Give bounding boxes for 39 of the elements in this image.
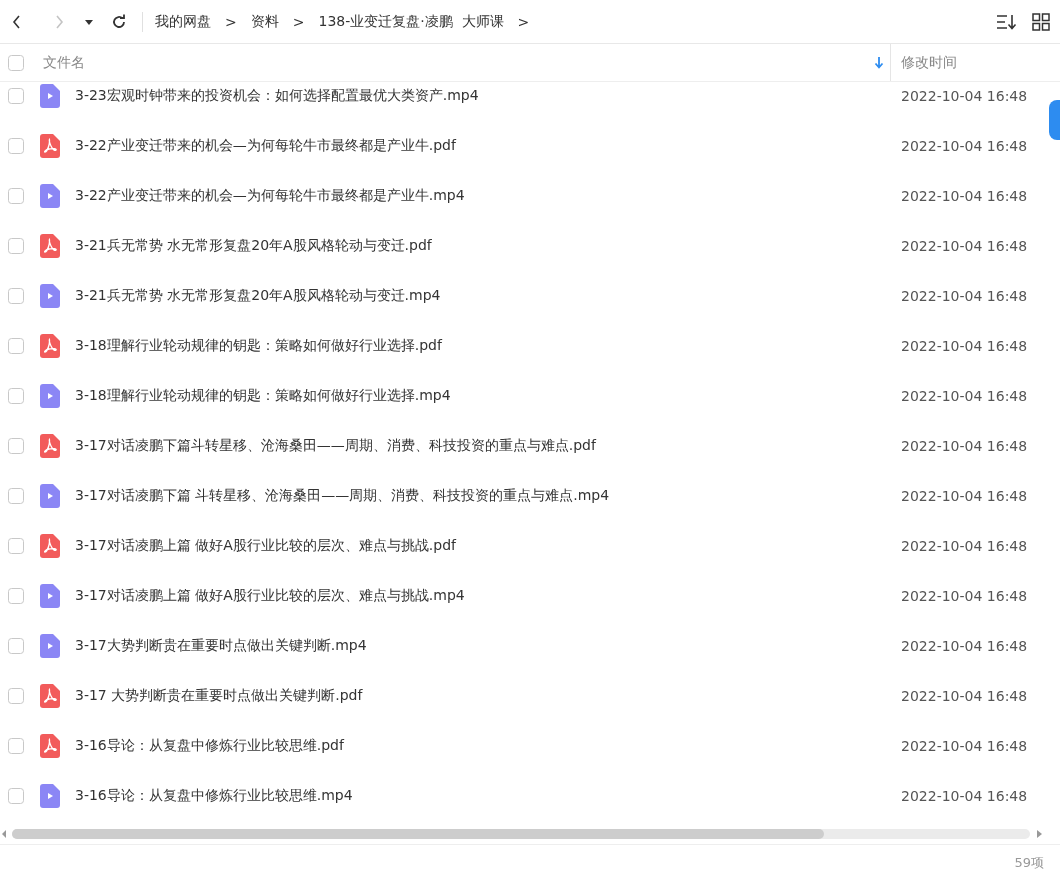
file-name[interactable]: 3-16导论：从复盘中修炼行业比较思维.mp4 [75, 787, 353, 805]
file-name[interactable]: 3-16导论：从复盘中修炼行业比较思维.pdf [75, 737, 344, 755]
breadcrumb-separator: > [225, 13, 237, 30]
file-name[interactable]: 3-18理解行业轮动规律的钥匙：策略如何做好行业选择.pdf [75, 337, 442, 355]
file-name[interactable]: 3-17对话凌鹏下篇 斗转星移、沧海桑田——周期、消费、科技投资的重点与难点.mp4 [75, 487, 610, 505]
column-header[interactable]: 修改时间 [901, 53, 1060, 72]
modified-time: 2022-10-04 16:48 [901, 438, 1028, 454]
file-name[interactable]: 3-21兵无常势 水无常形复盘20年A股风格轮动与变迁.pdf [75, 237, 432, 255]
file-name[interactable]: 3-17对话凌鹏上篇 做好A股行业比较的层次、难点与挑战.pdf [75, 537, 456, 555]
modified-time: 2022-10-04 16:48 [901, 588, 1028, 604]
modified-time: 2022-10-04 16:48 [901, 688, 1028, 704]
breadcrumb-separator: > [292, 13, 305, 30]
file-name[interactable]: 3-17对话凌鹏上篇 做好A股行业比较的层次、难点与挑战.mp4 [75, 587, 465, 605]
column-header[interactable]: 文件名 [43, 53, 874, 72]
file-name[interactable]: 3-17大势判断贵在重要时点做出关键判断.mp4 [75, 637, 367, 655]
modified-time: 2022-10-04 16:48 [901, 138, 1028, 154]
breadcrumb-link[interactable]: 138-业变迁复盘·凌鹏 大师课 [318, 12, 504, 31]
breadcrumb-link[interactable]: 我的网盘 [155, 12, 211, 31]
modified-time: 2022-10-04 16:48 [901, 338, 1028, 354]
modified-time: 2022-10-04 16:48 [901, 788, 1028, 804]
file-name[interactable]: 3-21兵无常势 水无常形复盘20年A股风格轮动与变迁.mp4 [75, 287, 441, 305]
modified-time: 2022-10-04 16:48 [901, 538, 1028, 554]
modified-time: 2022-10-04 16:48 [901, 488, 1028, 504]
modified-time: 2022-10-04 16:48 [901, 388, 1028, 404]
file-name[interactable]: 3-17 大势判断贵在重要时点做出关键判断.pdf [75, 687, 363, 705]
modified-time: 2022-10-04 16:48 [901, 88, 1028, 104]
file-name[interactable]: 3-22产业变迁带来的机会—为何每轮牛市最终都是产业牛.mp4 [75, 187, 465, 205]
modified-time: 2022-10-04 16:48 [901, 238, 1028, 254]
breadcrumb-link[interactable]: 资料 [250, 12, 279, 31]
file-name[interactable]: 3-23宏观时钟带来的投资机会：如何选择配置最优大类资产.mp4 [75, 87, 479, 105]
file-name[interactable]: 3-22产业变迁带来的机会—为何每轮牛市最终都是产业牛.pdf [75, 137, 456, 155]
modified-time: 2022-10-04 16:48 [901, 188, 1028, 204]
file-name[interactable]: 3-18理解行业轮动规律的钥匙：策略如何做好行业选择.mp4 [75, 387, 451, 405]
modified-time: 2022-10-04 16:48 [901, 288, 1028, 304]
item-count: 59项 [1014, 854, 1044, 872]
file-name[interactable]: 3-17对话凌鹏下篇斗转星移、沧海桑田——周期、消费、科技投资的重点与难点.pdf [75, 437, 596, 455]
modified-time: 2022-10-04 16:48 [901, 638, 1028, 654]
modified-time: 2022-10-04 16:48 [901, 738, 1028, 754]
breadcrumb-separator: > [517, 13, 530, 30]
